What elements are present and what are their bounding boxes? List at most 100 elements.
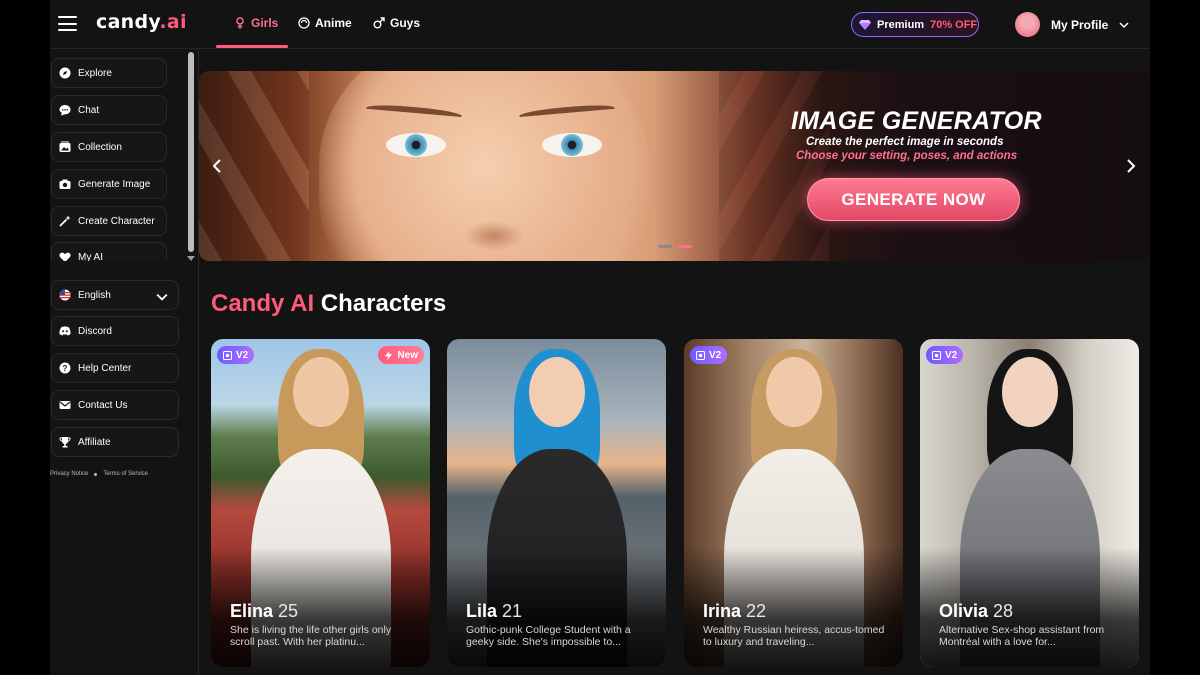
language-select[interactable]: English — [51, 280, 179, 310]
character-name: Irina 22 — [703, 601, 766, 622]
chevron-right-icon[interactable] — [1125, 158, 1137, 174]
privacy-notice-link[interactable]: Privacy Notice — [50, 471, 88, 477]
tab-label: Guys — [390, 16, 421, 30]
collection-icon — [59, 141, 71, 152]
carousel-dot-active[interactable] — [678, 245, 692, 248]
banner-eye — [542, 133, 602, 157]
discord-icon — [59, 326, 71, 336]
sidebar-item-generate-image[interactable]: Generate Image — [51, 169, 167, 199]
banner-eye — [386, 133, 446, 157]
image-icon — [696, 350, 705, 360]
sidebar-nav: Explore Chat Collection Generate Image C… — [50, 49, 199, 261]
tab-label: Anime — [315, 16, 352, 30]
v2-badge: V2 — [926, 346, 964, 364]
chat-bubble-icon — [59, 105, 71, 116]
sidebar-item-create-character[interactable]: Create Character — [51, 206, 167, 236]
logo-suffix: .ai — [159, 11, 187, 33]
sidebar-item-collection[interactable]: Collection — [51, 132, 167, 162]
image-icon — [223, 350, 232, 360]
sidebar-item-label: Help Center — [78, 362, 132, 374]
sidebar-item-label: My AI — [78, 251, 104, 262]
logo[interactable]: candy.ai — [96, 11, 187, 33]
image-generator-banner[interactable]: IMAGE GENERATOR Create the perfect image… — [199, 71, 1150, 261]
section-title: Candy AI Characters — [211, 290, 446, 318]
character-name: Elina 25 — [230, 601, 298, 622]
svg-text:?: ? — [63, 364, 68, 373]
language-label: English — [78, 289, 111, 301]
character-card[interactable]: V2 New Elina 25 She is living the life o… — [211, 339, 430, 667]
age-text: 28 — [993, 601, 1014, 621]
name-text: Olivia — [939, 601, 989, 621]
badge-label: V2 — [945, 349, 958, 361]
logo-text: candy — [96, 11, 160, 33]
character-card[interactable]: V2 Olivia 28 Alternative Sex-shop assist… — [920, 339, 1139, 667]
sidebar-item-affiliate[interactable]: Affiliate — [51, 427, 179, 457]
app-window: candy.ai Girls Anime Guys Premium 70% OF… — [50, 0, 1150, 675]
profile-menu[interactable]: My Profile — [1015, 12, 1129, 37]
camera-icon — [59, 179, 71, 189]
banner-tagline: Choose your setting, poses, and actions — [796, 150, 1018, 162]
trophy-icon — [59, 437, 71, 448]
premium-discount: 70% OFF — [930, 18, 978, 31]
v2-badge: V2 — [690, 346, 728, 364]
tab-girls[interactable]: Girls — [234, 16, 278, 30]
character-description: She is living the life other girls only … — [230, 624, 392, 648]
sidebar-item-help-center[interactable]: ? Help Center — [51, 353, 179, 383]
tab-label: Girls — [251, 16, 279, 30]
image-icon — [932, 350, 941, 360]
chevron-down-icon — [1119, 21, 1129, 28]
compass-icon — [59, 67, 71, 79]
badge-label: V2 — [709, 349, 722, 361]
menu-icon[interactable] — [58, 16, 77, 31]
banner-subtitle: Create the perfect image in seconds — [806, 136, 1004, 148]
sidebar-item-label: Contact Us — [78, 399, 128, 411]
character-card[interactable]: V2 Irina 22 Wealthy Russian heiress, acc… — [684, 339, 903, 667]
anime-icon — [298, 17, 310, 29]
female-icon — [236, 17, 244, 29]
banner-collage-right — [719, 71, 829, 261]
v2-badge: V2 — [217, 346, 255, 364]
scrollbar-thumb[interactable] — [188, 52, 194, 252]
character-name: Lila 21 — [466, 601, 522, 622]
carousel-dot[interactable] — [658, 245, 672, 248]
character-description: Gothic-punk College Student with a geeky… — [466, 624, 631, 648]
male-icon — [373, 17, 385, 29]
sidebar-item-explore[interactable]: Explore — [51, 58, 167, 88]
terms-of-service-link[interactable]: Terms of Service — [103, 471, 148, 477]
tab-anime[interactable]: Anime — [298, 16, 352, 30]
age-text: 21 — [502, 601, 523, 621]
lightning-icon — [385, 350, 393, 360]
name-text: Lila — [466, 601, 498, 621]
generate-now-button[interactable]: GENERATE NOW — [807, 178, 1020, 221]
character-description: Wealthy Russian heiress, accus-tomed to … — [703, 624, 885, 648]
legal-links: Privacy Notice Terms of Service — [50, 471, 148, 477]
sidebar-item-discord[interactable]: Discord — [51, 316, 179, 346]
new-badge: New — [378, 346, 424, 364]
mail-icon — [59, 401, 71, 409]
profile-label: My Profile — [1051, 17, 1109, 32]
chevron-down-icon — [156, 293, 168, 301]
sidebar-item-label: Generate Image — [78, 178, 151, 190]
top-header: candy.ai Girls Anime Guys Premium 70% OF… — [50, 0, 1150, 49]
sidebar-item-contact-us[interactable]: Contact Us — [51, 390, 179, 420]
sidebar-item-label: Affiliate — [78, 436, 111, 448]
heart-icon — [59, 252, 71, 261]
character-card[interactable]: Lila 21 Gothic-punk College Student with… — [447, 339, 666, 667]
name-text: Irina — [703, 601, 742, 621]
sidebar-item-label: Discord — [78, 325, 112, 337]
separator-dot — [94, 472, 98, 476]
name-text: Elina — [230, 601, 274, 621]
sidebar-item-label: Explore — [78, 67, 112, 79]
premium-button[interactable]: Premium 70% OFF — [851, 12, 979, 37]
magic-wand-icon — [59, 215, 71, 227]
sidebar-item-my-ai[interactable]: My AI — [51, 242, 167, 261]
scroll-down-arrow-icon[interactable] — [187, 256, 195, 261]
help-icon: ? — [59, 362, 71, 374]
carousel-dots — [658, 245, 692, 248]
chevron-left-icon[interactable] — [211, 158, 223, 174]
tab-guys[interactable]: Guys — [373, 16, 420, 30]
premium-label: Premium — [877, 18, 925, 31]
section-title-accent: Candy AI — [211, 290, 315, 317]
sidebar-item-chat[interactable]: Chat — [51, 95, 167, 125]
sidebar-scrollbar[interactable] — [186, 49, 196, 261]
